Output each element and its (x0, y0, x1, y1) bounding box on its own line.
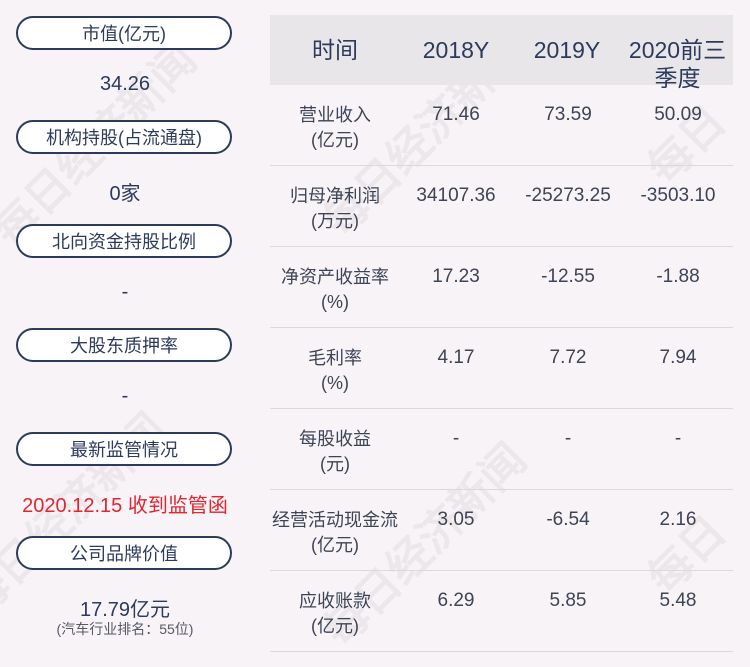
header-2018: 2018Y (422, 37, 490, 63)
institution-holding-value: 0家 (109, 183, 141, 205)
table-row: 净资产收益率 (%) 17.23 -12.55 -1.88 (270, 247, 733, 328)
pledge-ratio-label: 大股东质押率 (16, 328, 232, 362)
left-panel: 市值(亿元) 34.26 机构持股(占流通盘) 0家 北向资金持股比例 - 大股… (0, 0, 250, 667)
cell-2018: 4.17 (437, 347, 475, 368)
cell-2019: 73.59 (544, 104, 592, 125)
table-row: 每股收益 (元) - - - (270, 409, 733, 490)
cell-2018: 3.05 (437, 509, 475, 530)
cell-2018: 71.46 (432, 104, 480, 125)
cell-2019: -12.55 (541, 266, 595, 287)
table-row: 经营活动现金流 (亿元) 3.05 -6.54 2.16 (270, 490, 733, 571)
pledge-ratio-value: - (121, 385, 129, 407)
northbound-holding-value: - (121, 281, 129, 303)
header-2019: 2019Y (533, 37, 601, 63)
brand-value: 17.79亿元 (79, 599, 171, 621)
cell-2018: 6.29 (437, 590, 475, 611)
table-row: 营业收入 (亿元) 71.46 73.59 50.09 (270, 85, 733, 166)
row-label: 归母净利润 (万元) (290, 186, 380, 231)
cell-2018: 34107.36 (416, 185, 496, 206)
cell-2020: 2.16 (659, 509, 697, 530)
row-label: 营业收入 (亿元) (299, 105, 371, 150)
header-2020-q3: 2020前三季度 (628, 37, 727, 91)
cell-2019: -25273.25 (525, 185, 611, 206)
header-time: 时间 (312, 37, 358, 63)
row-label: 经营活动现金流 (亿元) (272, 510, 398, 555)
cell-2020: 7.94 (659, 347, 697, 368)
northbound-holding-label: 北向资金持股比例 (16, 224, 232, 258)
cell-2020: 5.48 (659, 590, 697, 611)
cell-2019: - (564, 428, 572, 449)
market-cap-value: 34.26 (99, 73, 151, 95)
table-header: 时间 2018Y 2019Y 2020前三季度 (270, 15, 733, 91)
brand-value-label: 公司品牌价值 (16, 536, 232, 570)
cell-2019: 7.72 (549, 347, 587, 368)
table-row: 毛利率 (%) 4.17 7.72 7.94 (270, 328, 733, 409)
cell-2018: 17.23 (432, 266, 480, 287)
cell-2020: - (674, 428, 682, 449)
row-label: 应收账款 (亿元) (299, 591, 371, 636)
row-label: 毛利率 (%) (308, 348, 362, 393)
cell-2020: 50.09 (654, 104, 702, 125)
cell-2020: -1.88 (656, 266, 700, 287)
institution-holding-label: 机构持股(占流通盘) (16, 120, 232, 154)
regulation-value: 2020.12.15 收到监管函 (22, 495, 228, 517)
cell-2019: -6.54 (546, 509, 590, 530)
brand-rank: (汽车行业排名：55位) (56, 621, 194, 637)
row-label: 净资产收益率 (%) (281, 267, 389, 312)
regulation-label: 最新监管情况 (16, 432, 232, 466)
cell-2019: 5.85 (549, 590, 587, 611)
row-label: 每股收益 (元) (299, 429, 371, 474)
cell-2018: - (452, 428, 460, 449)
table-row: 应收账款 (亿元) 6.29 5.85 5.48 (270, 571, 733, 652)
market-cap-label: 市值(亿元) (16, 16, 232, 50)
cell-2020: -3503.10 (640, 185, 716, 206)
financial-table: 时间 2018Y 2019Y 2020前三季度 营业收入 (亿元) 71.46 7… (270, 15, 733, 652)
table-row: 归母净利润 (万元) 34107.36 -25273.25 -3503.10 (270, 166, 733, 247)
